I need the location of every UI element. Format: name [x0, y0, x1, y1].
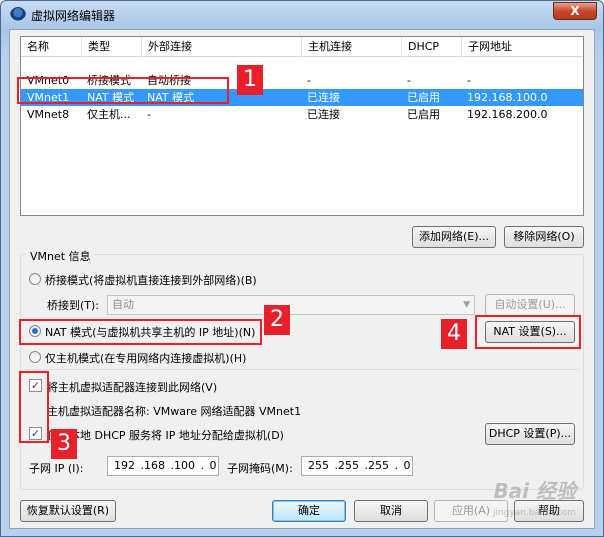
subnet-ip-input[interactable]: 192 .168 .100 . 0 — [107, 456, 219, 476]
cell-dhcp: - — [407, 74, 411, 87]
cancel-button[interactable]: 取消 — [354, 500, 428, 522]
cell-subnet: 192.168.100.0 — [467, 91, 548, 104]
watermark-logo: Bai 经验 — [493, 479, 576, 503]
subnet-mask-input[interactable]: 255 .255 .255 . 0 — [301, 456, 413, 476]
restore-defaults-button[interactable]: 恢复默认设置(R) — [20, 500, 116, 522]
cell-host: 已连接 — [307, 108, 340, 121]
annotation-box-3 — [19, 371, 49, 443]
table-row[interactable]: VMnet8 仅主机... - 已连接 已启用 192.168.200.0 — [21, 106, 583, 123]
column-header-host[interactable]: 主机连接 — [301, 37, 401, 57]
column-header-external[interactable]: 外部连接 — [141, 37, 301, 57]
remove-network-button[interactable]: 移除网络(O) — [504, 226, 584, 248]
cell-external: - — [147, 108, 151, 121]
network-list[interactable]: 名称 类型 外部连接 主机连接 DHCP 子网地址 VMnet0 桥接模式 自动… — [20, 36, 584, 216]
vmware-app-icon — [10, 7, 26, 23]
auto-settings-button[interactable]: 自动设置(U)... — [485, 294, 575, 316]
cell-host: 已连接 — [307, 91, 340, 104]
vmnet-info-group: VMnet 信息 桥接模式(将虚拟机直接连接到外部网络)(B) 桥接到(T): … — [20, 248, 584, 490]
bridged-mode-label: 桥接模式(将虚拟机直接连接到外部网络)(B) — [45, 274, 257, 287]
cell-subnet: - — [467, 74, 471, 87]
annotation-badge-4: 4 — [441, 319, 467, 349]
annotation-box-4 — [475, 315, 581, 349]
cell-host: - — [307, 74, 311, 87]
cell-subnet: 192.168.200.0 — [467, 108, 548, 121]
bridged-mode-radio[interactable] — [29, 273, 41, 285]
host-only-mode-label: 仅主机模式(在专用网络内连接虚拟机)(H) — [45, 352, 247, 365]
network-list-header: 名称 类型 外部连接 主机连接 DHCP 子网地址 — [21, 37, 583, 57]
virtual-network-editor-window: 虚拟网络编辑器 X 名称 类型 外部连接 主机连接 DHCP 子网地址 VMne… — [0, 0, 604, 537]
cell-dhcp: 已启用 — [407, 108, 440, 121]
ok-button[interactable]: 确定 — [272, 500, 346, 522]
column-header-name[interactable]: 名称 — [21, 37, 81, 57]
cell-type: 仅主机... — [87, 108, 131, 121]
column-header-type[interactable]: 类型 — [81, 37, 141, 57]
subnet-mask-label: 子网掩码(M): — [227, 462, 293, 475]
bridged-to-select[interactable]: 自动 ▼ — [107, 295, 475, 315]
subnet-ip-label: 子网 IP (I): — [29, 462, 84, 475]
close-button[interactable]: X — [553, 2, 597, 20]
annotation-box-1 — [17, 77, 229, 104]
dhcp-settings-button[interactable]: DHCP 设置(P)... — [485, 423, 575, 445]
title-bar: 虚拟网络编辑器 X — [1, 1, 603, 29]
cell-name: VMnet8 — [27, 108, 70, 121]
cell-dhcp: 已启用 — [407, 91, 440, 104]
watermark-url: jingyan.baidu.com — [492, 508, 576, 518]
annotation-badge-2: 2 — [264, 305, 290, 335]
annotation-badge-1: 1 — [237, 65, 263, 95]
annotation-box-2 — [19, 319, 262, 345]
divider — [25, 369, 579, 370]
annotation-badge-3: 3 — [51, 429, 77, 459]
add-network-button[interactable]: 添加网络(E)... — [412, 226, 496, 248]
chevron-down-icon: ▼ — [463, 300, 470, 310]
bridged-to-value: 自动 — [112, 298, 134, 311]
dialog-body: 名称 类型 外部连接 主机连接 DHCP 子网地址 VMnet0 桥接模式 自动… — [9, 29, 595, 529]
window-title: 虚拟网络编辑器 — [31, 9, 116, 23]
use-dhcp-label: 使用本地 DHCP 服务将 IP 地址分配给虚拟机(D) — [47, 429, 284, 442]
bridged-to-label: 桥接到(T): — [47, 299, 100, 312]
host-only-mode-radio[interactable] — [29, 351, 41, 363]
vmnet-info-title: VMnet 信息 — [27, 248, 94, 264]
column-header-dhcp[interactable]: DHCP — [401, 37, 461, 57]
connect-adapter-label: 将主机虚拟适配器连接到此网络(V) — [47, 381, 218, 394]
column-header-subnet[interactable]: 子网地址 — [461, 37, 583, 57]
adapter-name-label: 主机虚拟适配器名称: VMware 网络适配器 VMnet1 — [47, 405, 302, 418]
